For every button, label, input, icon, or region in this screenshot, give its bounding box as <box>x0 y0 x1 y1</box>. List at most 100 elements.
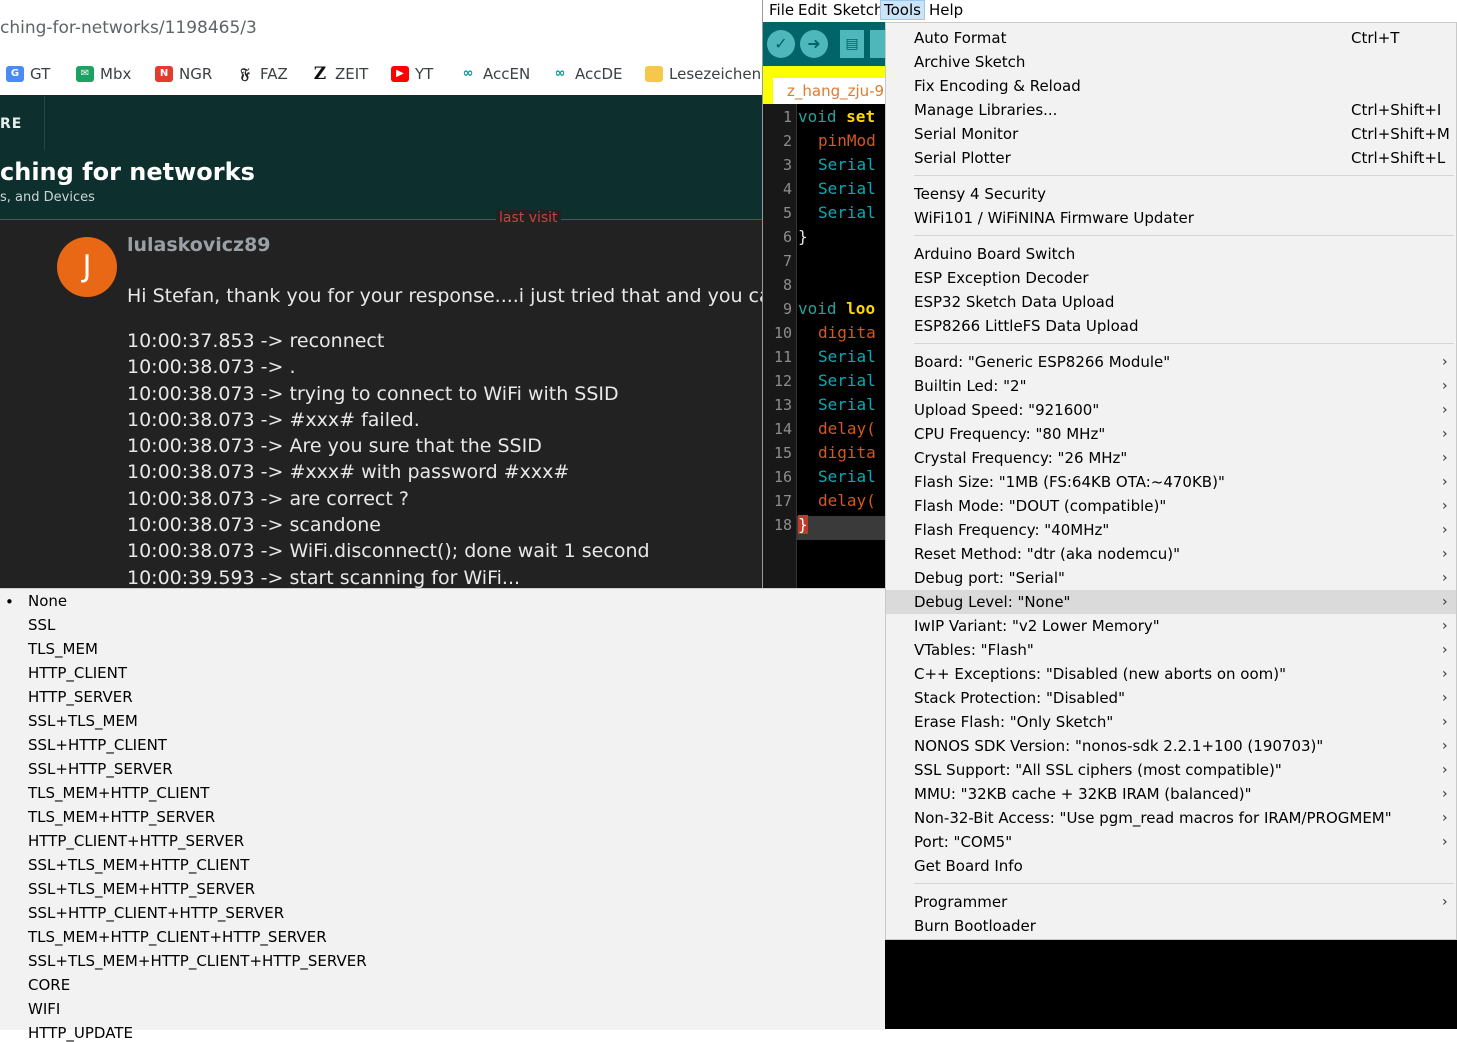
tools-item-arduino-board-switch[interactable]: Arduino Board Switch <box>886 242 1456 266</box>
post-username[interactable]: lulaskovicz89 <box>127 234 271 256</box>
debug-level-option[interactable]: TLS_MEM+HTTP_CLIENT <box>28 784 209 802</box>
code-line[interactable]: Serial <box>818 347 876 366</box>
code-line[interactable]: delay( <box>818 419 876 438</box>
browser-window: ching-for-networks/1198465/3 G GT ✉ Mbx … <box>0 0 762 590</box>
code-line[interactable]: Serial <box>818 179 876 198</box>
tools-item-crystal-frequency[interactable]: Crystal Frequency: "26 MHz" › <box>886 446 1456 470</box>
bookmark-accen[interactable]: ∞ AccEN <box>459 64 530 84</box>
menu-tools[interactable]: Tools <box>880 0 925 20</box>
debug-level-option[interactable]: TLS_MEM <box>28 640 98 658</box>
tools-item-port[interactable]: Port: "COM5" › <box>886 830 1456 854</box>
debug-level-option[interactable]: TLS_MEM+HTTP_SERVER <box>28 808 215 826</box>
tools-item-board[interactable]: Board: "Generic ESP8266 Module" › <box>886 350 1456 374</box>
sketch-tab[interactable]: z_hang_zju-9 <box>773 78 893 104</box>
url-text[interactable]: ching-for-networks/1198465/3 <box>0 18 257 38</box>
tools-item-programmer[interactable]: Programmer › <box>886 890 1456 914</box>
debug-level-option[interactable]: HTTP_CLIENT <box>28 664 127 682</box>
tools-item-esp8266-littlefs-data-upload[interactable]: ESP8266 LittleFS Data Upload <box>886 314 1456 338</box>
debug-level-option[interactable]: TLS_MEM+HTTP_CLIENT+HTTP_SERVER <box>28 928 327 946</box>
tools-item-cpu-frequency[interactable]: CPU Frequency: "80 MHz" › <box>886 422 1456 446</box>
tools-item-non-32-bit-access[interactable]: Non-32-Bit Access: "Use pgm_read macros … <box>886 806 1456 830</box>
avatar[interactable]: J <box>57 237 117 297</box>
tools-item-nonos-sdk-version[interactable]: NONOS SDK Version: "nonos-sdk 2.2.1+100 … <box>886 734 1456 758</box>
tools-item-flash-mode[interactable]: Flash Mode: "DOUT (compatible)" › <box>886 494 1456 518</box>
code-line[interactable]: Serial <box>818 203 876 222</box>
tools-item-c-exceptions[interactable]: C++ Exceptions: "Disabled (new aborts on… <box>886 662 1456 686</box>
bookmark-zeit[interactable]: Z ZEIT <box>311 64 368 84</box>
address-bar[interactable]: ching-for-networks/1198465/3 <box>0 0 762 52</box>
debug-level-option[interactable]: None <box>28 592 67 610</box>
tools-item-teensy-4-security[interactable]: Teensy 4 Security <box>886 182 1456 206</box>
code-line[interactable]: delay( <box>818 491 876 510</box>
debug-level-option[interactable]: SSL+HTTP_CLIENT <box>28 736 167 754</box>
bookmark-yt[interactable]: ▶ YT <box>391 64 433 84</box>
code-line[interactable]: pinMod <box>818 131 876 150</box>
code-line[interactable]: Serial <box>818 467 876 486</box>
tools-item-iwip-variant[interactable]: IwIP Variant: "v2 Lower Memory" › <box>886 614 1456 638</box>
tools-item-mmu[interactable]: MMU: "32KB cache + 32KB IRAM (balanced)"… <box>886 782 1456 806</box>
tools-item-upload-speed[interactable]: Upload Speed: "921600" › <box>886 398 1456 422</box>
code-line[interactable]: digita <box>818 323 876 342</box>
verify-icon[interactable]: ✓ <box>767 30 795 58</box>
debug-level-option[interactable]: SSL+TLS_MEM+HTTP_SERVER <box>28 880 255 898</box>
debug-level-option[interactable]: SSL+TLS_MEM+HTTP_CLIENT+HTTP_SERVER <box>28 952 367 970</box>
menu-edit[interactable]: Edit <box>795 1 830 19</box>
tools-item-esp-exception-decoder[interactable]: ESP Exception Decoder <box>886 266 1456 290</box>
code-line[interactable]: Serial <box>818 395 876 414</box>
tools-item-erase-flash[interactable]: Erase Flash: "Only Sketch" › <box>886 710 1456 734</box>
bookmark-mbx[interactable]: ✉ Mbx <box>76 64 131 84</box>
tools-item-flash-size[interactable]: Flash Size: "1MB (FS:64KB OTA:~470KB)" › <box>886 470 1456 494</box>
code-line[interactable]: Serial <box>818 155 876 174</box>
code-editor[interactable]: 1 2 3 4 5 6 7 8 9 10 11 12 13 14 15 16 17 18 void set pinM… <box>763 104 893 590</box>
debug-level-option[interactable]: SSL+TLS_MEM <box>28 712 138 730</box>
tools-item-vtables[interactable]: VTables: "Flash" › <box>886 638 1456 662</box>
code-line[interactable]: } <box>798 227 808 246</box>
tools-item-debug-port[interactable]: Debug port: "Serial" › <box>886 566 1456 590</box>
tools-item-builtin-led[interactable]: Builtin Led: "2" › <box>886 374 1456 398</box>
tools-item-debug-level[interactable]: Debug Level: "None" › <box>886 590 1456 614</box>
selected-bullet-icon: • <box>5 593 14 611</box>
tools-item-burn-bootloader[interactable]: Burn Bootloader <box>886 914 1456 938</box>
topic-title[interactable]: ching for networks <box>0 158 255 186</box>
menu-help[interactable]: Help <box>926 1 966 19</box>
code-line[interactable]: void set <box>798 107 875 126</box>
bookmark-accde[interactable]: ∞ AccDE <box>551 64 623 84</box>
tools-item-flash-frequency[interactable]: Flash Frequency: "40MHz" › <box>886 518 1456 542</box>
debug-level-option[interactable]: SSL <box>28 616 55 634</box>
code-line[interactable]: Serial <box>818 371 876 390</box>
code-line[interactable]: digita <box>818 443 876 462</box>
tools-item-stack-protection[interactable]: Stack Protection: "Disabled" › <box>886 686 1456 710</box>
menu-sketch[interactable]: Sketch <box>830 1 887 19</box>
debug-level-option[interactable]: SSL+HTTP_CLIENT+HTTP_SERVER <box>28 904 284 922</box>
bookmark-folder[interactable]: Lesezeichenle <box>645 64 762 84</box>
tools-item-archive-sketch[interactable]: Archive Sketch <box>886 50 1456 74</box>
bookmark-ngr[interactable]: N NGR <box>155 64 212 84</box>
forum-nav-tab[interactable]: RE <box>0 96 45 150</box>
tools-item-ssl-support[interactable]: SSL Support: "All SSL ciphers (most comp… <box>886 758 1456 782</box>
bookmark-faz[interactable]: 𝔉 FAZ <box>236 64 288 84</box>
menu-item-shortcut: Ctrl+Shift+M <box>1351 125 1450 143</box>
topic-category[interactable]: s, and Devices <box>0 190 95 205</box>
debug-level-option[interactable]: CORE <box>28 976 70 994</box>
tools-item-get-board-info[interactable]: Get Board Info <box>886 854 1456 878</box>
tools-item-serial-plotter[interactable]: Serial Plotter Ctrl+Shift+L <box>886 146 1456 170</box>
tools-item-serial-monitor[interactable]: Serial Monitor Ctrl+Shift+M <box>886 122 1456 146</box>
code-line[interactable]: } <box>798 515 808 534</box>
debug-level-option[interactable]: HTTP_CLIENT+HTTP_SERVER <box>28 832 244 850</box>
debug-level-option[interactable]: HTTP_SERVER <box>28 688 133 706</box>
upload-icon[interactable]: ➜ <box>800 30 828 58</box>
new-sketch-icon[interactable]: ▤ <box>840 30 864 58</box>
code-line[interactable]: void loo <box>798 299 875 318</box>
tools-item-fix-encoding-reload[interactable]: Fix Encoding & Reload <box>886 74 1456 98</box>
tools-item-reset-method[interactable]: Reset Method: "dtr (aka nodemcu)" › <box>886 542 1456 566</box>
tools-item-manage-libraries[interactable]: Manage Libraries... Ctrl+Shift+I <box>886 98 1456 122</box>
debug-level-option[interactable]: WIFI <box>28 1000 60 1018</box>
tools-item-wifi101-wifinina-firmware-updater[interactable]: WiFi101 / WiFiNINA Firmware Updater <box>886 206 1456 230</box>
bookmark-gt[interactable]: G GT <box>6 64 50 84</box>
tools-item-auto-format[interactable]: Auto Format Ctrl+T <box>886 26 1456 50</box>
debug-level-option[interactable]: SSL+HTTP_SERVER <box>28 760 173 778</box>
debug-level-option[interactable]: SSL+TLS_MEM+HTTP_CLIENT <box>28 856 249 874</box>
tools-item-esp32-sketch-data-upload[interactable]: ESP32 Sketch Data Upload <box>886 290 1456 314</box>
debug-level-option[interactable]: HTTP_UPDATE <box>28 1024 133 1042</box>
menu-file[interactable]: File <box>766 1 797 19</box>
